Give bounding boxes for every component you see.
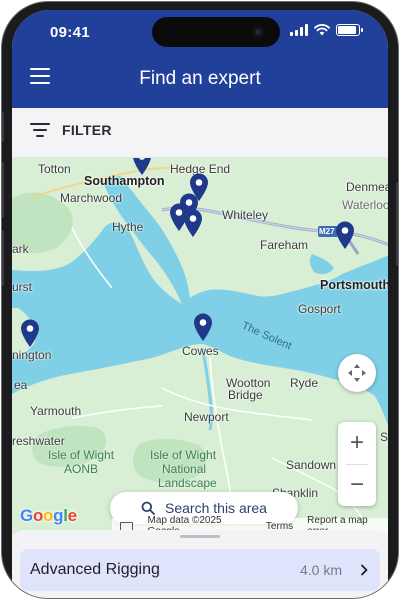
place-label: National	[162, 462, 207, 476]
zoom-in-button[interactable]: +	[338, 422, 376, 464]
result-item[interactable]: Advanced Rigging 4.0 km	[20, 549, 380, 591]
sheet-grabber[interactable]	[180, 535, 220, 538]
place-label: ark	[12, 242, 29, 256]
place-label: Whiteley	[222, 208, 269, 222]
place-label: Yarmouth	[30, 404, 82, 418]
filter-lines-icon	[30, 123, 50, 137]
silent-switch	[2, 112, 4, 142]
zoom-out-button[interactable]: −	[338, 464, 376, 506]
volume-up-button	[2, 162, 4, 218]
place-label: AONB	[64, 462, 99, 476]
status-icons	[290, 24, 363, 36]
google-logo: Google	[20, 506, 77, 525]
camera-icon	[252, 26, 264, 38]
place-label: Gosport	[298, 302, 341, 316]
page-title: Find an expert	[139, 68, 261, 89]
expert-distance: 4.0 km	[299, 562, 342, 578]
place-label: Ryde	[290, 376, 319, 390]
expert-pin-icon[interactable]	[182, 208, 204, 238]
recenter-arrows-icon[interactable]	[338, 354, 376, 392]
road-badge: M27	[319, 227, 335, 236]
place-label: Fareham	[260, 238, 309, 252]
expert-pin-icon[interactable]	[192, 312, 214, 342]
place-label: ea	[14, 378, 28, 392]
place-label: Newport	[184, 410, 229, 424]
app-header: 09:41 Find an expert	[12, 10, 388, 108]
expert-pin-icon[interactable]	[131, 158, 153, 176]
power-button	[396, 182, 398, 266]
place-label: Bridge	[228, 388, 263, 402]
place-label: Waterloo	[342, 198, 388, 212]
status-time: 09:41	[50, 24, 90, 41]
dynamic-island	[152, 17, 280, 47]
chevron-right-icon	[361, 564, 368, 576]
filter-button[interactable]: FILTER	[30, 122, 112, 138]
place-label: Hythe	[112, 220, 144, 234]
place-label: Sandown	[286, 458, 337, 472]
place-label: urst	[12, 280, 33, 294]
place-label: Marchwood	[60, 191, 123, 205]
place-label: Denmead	[346, 180, 388, 194]
app-screen: 09:41 Find an expert FILTER Totton South…	[12, 10, 388, 598]
place-label: Landscape	[158, 476, 217, 490]
place-label: S	[380, 430, 388, 444]
place-label: Cowes	[182, 344, 219, 358]
battery-icon	[336, 24, 363, 36]
wifi-icon	[314, 24, 330, 36]
map-view[interactable]: Totton Southampton Hedge End Marchwood H…	[12, 158, 388, 534]
place-label: nington	[12, 348, 52, 362]
place-label: Totton	[38, 162, 71, 176]
zoom-control: + −	[338, 422, 376, 506]
cellular-signal-icon	[290, 24, 308, 36]
place-label: Southampton	[84, 174, 165, 188]
volume-down-button	[2, 230, 4, 286]
search-this-area-label: Search this area	[165, 500, 267, 516]
expert-pin-icon[interactable]	[334, 220, 356, 250]
place-label: Isle of Wight	[150, 448, 217, 462]
expert-name: Advanced Rigging	[30, 561, 160, 578]
filter-bar: FILTER	[12, 108, 388, 158]
place-label: Isle of Wight	[48, 448, 115, 462]
search-icon	[141, 501, 155, 515]
place-label: Portsmouth	[320, 278, 388, 292]
results-sheet: Advanced Rigging 4.0 km	[12, 530, 388, 598]
filter-label: FILTER	[62, 122, 112, 138]
expert-pin-icon[interactable]	[19, 318, 41, 348]
phone-frame: 09:41 Find an expert FILTER Totton South…	[2, 2, 398, 598]
place-label: reshwater	[12, 434, 65, 448]
